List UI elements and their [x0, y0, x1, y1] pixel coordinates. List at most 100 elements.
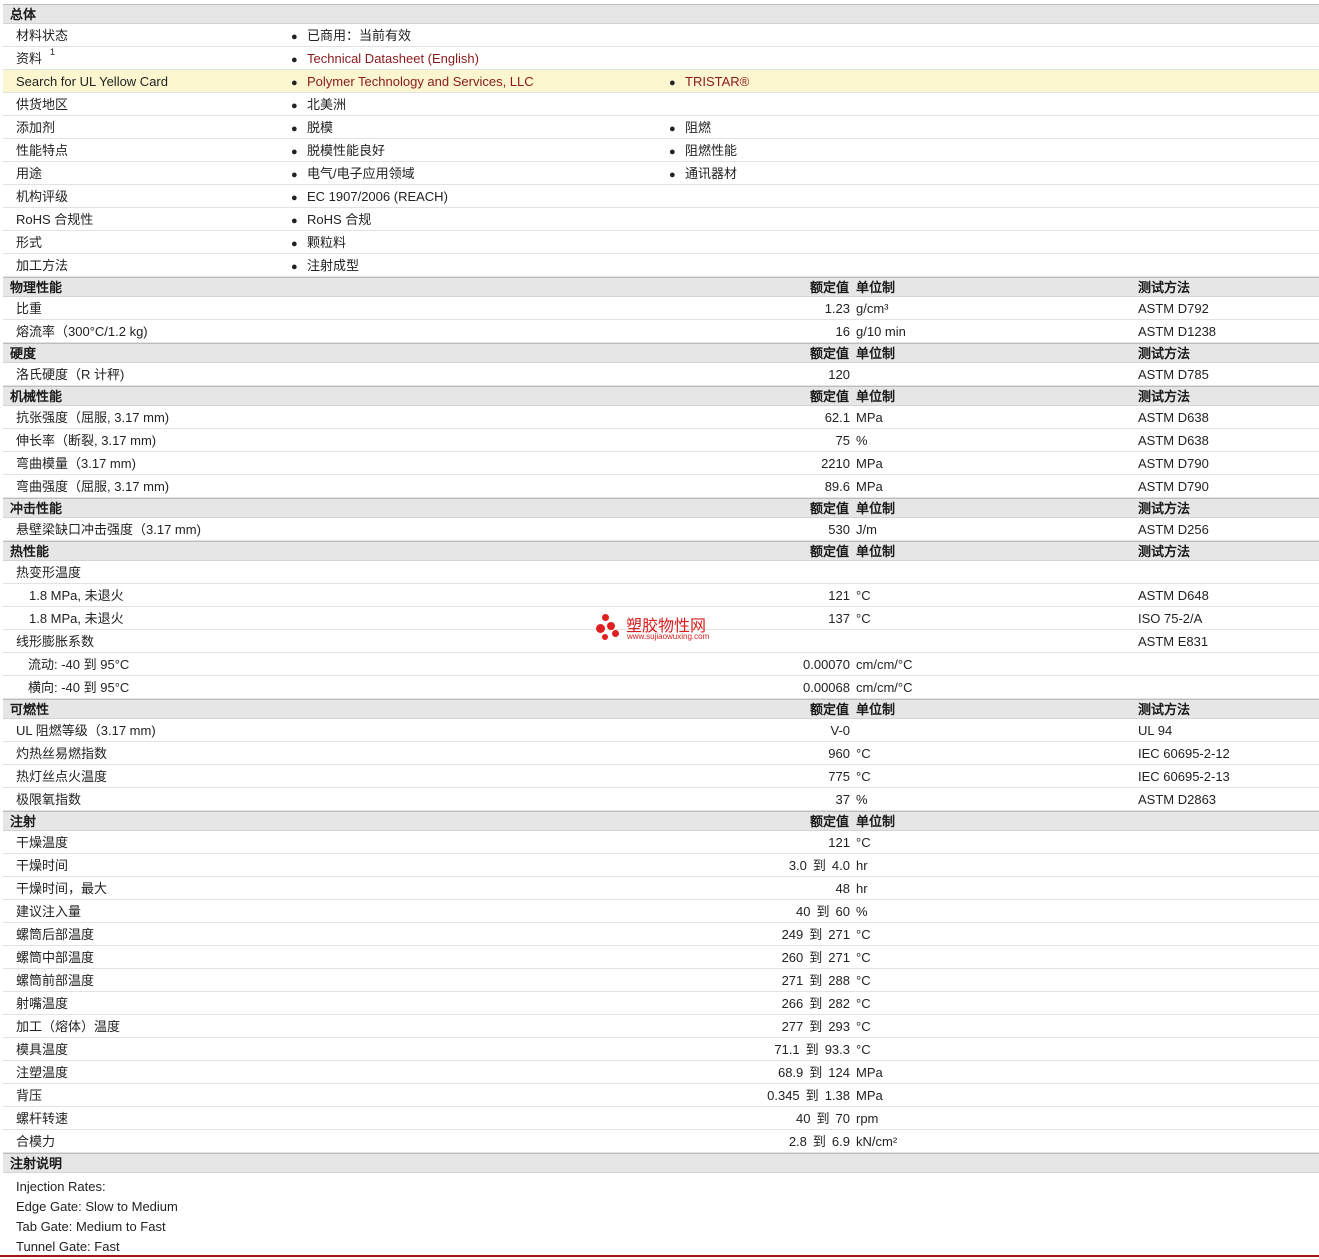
test-method: ASTM D638	[1138, 410, 1209, 425]
property-value: 3.0 到 4.0	[789, 854, 850, 877]
property-unit: °C	[856, 746, 871, 761]
property-label: 弯曲模量（3.17 mm)	[16, 456, 136, 471]
section-title: 注射说明	[10, 1156, 63, 1171]
property-value: 48	[835, 881, 850, 896]
property-row: 熔流率（300°C/1.2 kg) 16 g/10 min ASTM D1238	[3, 320, 1319, 343]
property-row: Search for UL Yellow Card ● Polymer Techno…	[3, 70, 1319, 93]
property-row: 弯曲强度（屈服, 3.17 mm) 89.6 MPa ASTM D790	[3, 475, 1319, 498]
section-header: 硬度 额定值 单位制 测试方法	[3, 343, 1319, 363]
property-unit: MPa	[856, 1065, 883, 1080]
bullet-icon: ●	[291, 100, 298, 112]
property-label: 螺筒中部温度	[16, 950, 95, 965]
bullet-icon: ●	[291, 238, 298, 250]
test-method: ASTM D638	[1138, 433, 1209, 448]
property-row: 螺筒中部温度 260 到 271 °C	[3, 946, 1319, 969]
property-unit: °C	[856, 835, 871, 850]
method-column-header: 测试方法	[1138, 544, 1191, 559]
bullet-icon: ●	[291, 169, 298, 181]
property-row: 供货地区 ● 北美洲	[3, 93, 1319, 116]
property-unit: °C	[856, 769, 871, 784]
range-min: 266	[781, 996, 804, 1011]
property-label[interactable]: Search for UL Yellow Card	[16, 70, 168, 93]
section-title: 注射	[10, 814, 37, 829]
property-row: 弯曲模量（3.17 mm) 2210 MPa ASTM D790	[3, 452, 1319, 475]
method-column-header: 测试方法	[1138, 280, 1191, 295]
section-header-notes: 注射说明	[3, 1153, 1319, 1173]
property-unit: J/m	[856, 522, 877, 537]
bullet-icon: ●	[291, 54, 298, 66]
property-unit: °C	[856, 927, 871, 942]
property-row: 注塑温度 68.9 到 124 MPa	[3, 1061, 1319, 1084]
property-value: 277 到 293	[782, 1015, 850, 1038]
bullet-item: ● 脱模性能良好	[291, 139, 385, 164]
property-row: 用途 ● 电气/电子应用领域 ● 通讯器材	[3, 162, 1319, 185]
property-label: 加工（熔体）温度	[16, 1019, 121, 1034]
property-label: 比重	[16, 301, 43, 316]
property-row: 背压 0.345 到 1.38 MPa	[3, 1084, 1319, 1107]
bullet-item: ● 通讯器材	[669, 162, 737, 187]
property-row: 灼热丝易燃指数 960 °C IEC 60695-2-12	[3, 742, 1319, 765]
bullet-item[interactable]: ● Technical Datasheet (English)	[291, 47, 479, 72]
property-label: 极限氧指数	[16, 792, 82, 807]
range-separator: 到	[809, 1065, 823, 1080]
range-min: 260	[781, 950, 804, 965]
property-label: 悬壁梁缺口冲击强度（3.17 mm)	[16, 522, 201, 537]
property-unit: kN/cm²	[856, 1134, 898, 1149]
range-max: 93.3	[824, 1042, 850, 1057]
property-unit: °C	[856, 973, 871, 988]
property-row: 干燥时间 3.0 到 4.0 hr	[3, 854, 1319, 877]
property-label: 灼热丝易燃指数	[16, 746, 108, 761]
test-method: ASTM D790	[1138, 479, 1209, 494]
property-value: 2210	[821, 456, 850, 471]
range-max: 282	[828, 996, 850, 1011]
range-min: 3.0	[788, 858, 807, 873]
bullet-text: 已商用：当前有效	[307, 28, 412, 43]
section-header: 可燃性 额定值 单位制 测试方法	[3, 699, 1319, 719]
section-title: 物理性能	[10, 280, 63, 295]
bullet-icon: ●	[669, 123, 676, 135]
property-value: 0.00070	[803, 657, 850, 672]
property-row: 抗张强度（屈服, 3.17 mm) 62.1 MPa ASTM D638	[3, 406, 1319, 429]
method-column-header: 测试方法	[1138, 501, 1191, 516]
bullet-icon: ●	[669, 169, 676, 181]
section-header: 注射 额定值 单位制	[3, 811, 1319, 831]
bullet-text: 脱模性能良好	[307, 143, 386, 158]
property-label: 合模力	[16, 1134, 56, 1149]
section-title: 可燃性	[10, 702, 50, 717]
bullet-item[interactable]: ● Polymer Technology and Services, LLC	[291, 70, 534, 95]
unit-column-header: 单位制	[856, 389, 896, 404]
bullet-text: 北美洲	[307, 97, 347, 112]
bullet-item: ● 脱模	[291, 116, 333, 141]
property-unit: °C	[856, 1042, 871, 1057]
property-label: 资料	[16, 51, 43, 66]
property-unit: %	[856, 792, 868, 807]
property-unit: MPa	[856, 456, 883, 471]
range-max: 60	[835, 904, 850, 919]
value-column-header: 额定值	[809, 280, 849, 295]
property-value: 960	[828, 746, 850, 761]
bullet-text: 电气/电子应用领域	[307, 166, 415, 181]
property-row: 建议注入量 40 到 60%	[3, 900, 1319, 923]
bullet-icon: ●	[291, 215, 298, 227]
property-label: 弯曲强度（屈服, 3.17 mm)	[16, 479, 170, 494]
method-column-header: 测试方法	[1138, 702, 1191, 717]
bullet-text: 通讯器材	[685, 166, 738, 181]
bullet-item[interactable]: ● TRISTAR®	[669, 70, 749, 95]
property-label: 注塑温度	[16, 1065, 69, 1080]
property-value: 0.345 到 1.38	[767, 1084, 850, 1107]
bullet-item: ● 阻燃	[669, 116, 711, 141]
property-row: 加工方法 ● 注射成型	[3, 254, 1319, 277]
value-column-header: 额定值	[809, 702, 849, 717]
link[interactable]: TRISTAR®	[685, 74, 749, 89]
property-row: UL 阻燃等级（3.17 mm) V-0 UL 94	[3, 719, 1319, 742]
note-line: Tunnel Gate: Fast	[16, 1239, 120, 1254]
link[interactable]: Polymer Technology and Services, LLC	[307, 74, 534, 89]
property-value: V-0	[830, 723, 850, 738]
range-min: 249	[781, 927, 804, 942]
link[interactable]: Technical Datasheet (English)	[307, 51, 479, 66]
value-column-header: 额定值	[809, 389, 849, 404]
property-label: 热变形温度	[16, 565, 82, 580]
bullet-icon: ●	[291, 146, 298, 158]
property-value: 1.23	[824, 301, 850, 316]
bullet-icon: ●	[291, 123, 298, 135]
